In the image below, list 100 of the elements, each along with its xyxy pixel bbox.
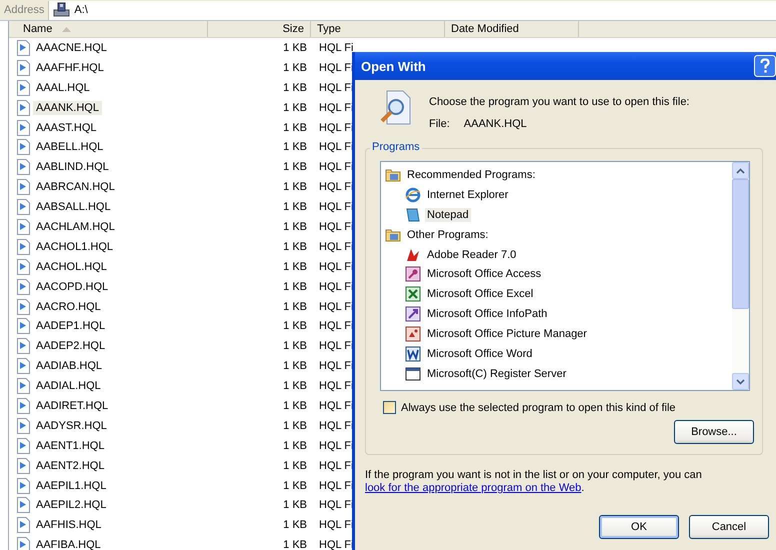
group-heading: Recommended Programs:	[406, 168, 536, 182]
file-name[interactable]: AAEPIL1.HQL	[33, 478, 110, 493]
file-name[interactable]: AAENT1.HQL	[33, 438, 108, 453]
scroll-thumb[interactable]	[732, 179, 749, 309]
file-icon	[17, 298, 30, 315]
column-header[interactable]: Type	[311, 21, 445, 37]
file-name: AAANK.HQL	[464, 118, 527, 130]
dialog-button[interactable]: Cancel	[689, 515, 769, 539]
document-search-icon	[379, 90, 413, 126]
file-icon	[17, 100, 30, 116]
dialog-button[interactable]: OK	[599, 515, 679, 539]
file-name[interactable]: AAANK.HQL	[33, 100, 102, 115]
form-icon	[405, 306, 421, 322]
file-name[interactable]: AACHOL1.HQL	[33, 240, 116, 254]
file-icon	[17, 218, 30, 235]
file-icon	[17, 398, 30, 414]
program-item[interactable]: Microsoft Office Excel	[425, 287, 536, 302]
checkbox[interactable]	[383, 401, 396, 414]
caret-up-icon	[736, 168, 745, 174]
file-icon	[17, 60, 30, 76]
window-icon	[405, 366, 421, 382]
file-size: 1 KB	[282, 320, 307, 332]
help-icon[interactable]	[754, 55, 776, 77]
file-name[interactable]: AACHOL.HQL	[33, 260, 110, 274]
program-item[interactable]: Notepad	[425, 208, 471, 222]
programs-list[interactable]	[380, 161, 750, 391]
scroll-up-button[interactable]	[732, 162, 749, 179]
file-name[interactable]: AACOPD.HQL	[33, 280, 112, 294]
caret-down-icon	[736, 378, 745, 384]
file-name[interactable]: AACHLAM.HQL	[33, 220, 118, 234]
group-label: Programs	[370, 141, 422, 153]
column-header[interactable]: Name	[9, 21, 208, 37]
file-icon	[17, 179, 30, 196]
window-title: Open With	[361, 58, 427, 74]
address-field[interactable]: A:\	[48, 0, 776, 20]
file-size: 1 KB	[282, 400, 307, 412]
file-icon	[17, 458, 30, 474]
file-name[interactable]: AAFHIS.HQL	[33, 518, 104, 532]
file-size: 1 KB	[282, 499, 307, 512]
program-item[interactable]: Microsoft Office Picture Manager	[425, 327, 589, 342]
file-name[interactable]: AADIAB.HQL	[33, 359, 106, 374]
file-name[interactable]: AAEPIL2.HQL	[33, 498, 110, 512]
file-icon	[17, 418, 30, 434]
prompt-text: Choose the program you want to use to open this file:	[429, 96, 690, 108]
column-header[interactable]: Size	[208, 21, 311, 37]
file-icon	[17, 358, 30, 374]
checkbox-label[interactable]: Always use the selected program to open this kind of file	[401, 402, 676, 414]
file-name[interactable]: AABELL.HQL	[33, 140, 106, 154]
file-size: 1 KB	[282, 161, 307, 174]
file-name[interactable]: AADEP1.HQL	[33, 319, 108, 334]
file-size: 1 KB	[282, 220, 307, 233]
file-icon	[17, 120, 30, 136]
file-icon	[17, 139, 30, 156]
program-item[interactable]: Internet Explorer	[425, 188, 510, 202]
file-name[interactable]: AAACNE.HQL	[33, 40, 110, 55]
browse-button[interactable]: Browse...	[674, 420, 754, 444]
file-size: 1 KB	[282, 300, 307, 313]
program-item[interactable]: Microsoft Office Word	[425, 346, 534, 361]
file-name[interactable]: AACRO.HQL	[33, 300, 104, 314]
file-name[interactable]: AABLIND.HQL	[33, 160, 112, 174]
file-name[interactable]: AAAST.HQL	[33, 120, 100, 134]
file-name[interactable]: AAAFHF.HQL	[33, 60, 107, 75]
file-size: 1 KB	[282, 122, 307, 134]
program-item[interactable]: Microsoft Office InfoPath	[425, 307, 550, 322]
file-name[interactable]: AAFIBA.HQL	[33, 538, 104, 550]
group-heading: Other Programs:	[406, 228, 490, 242]
scroll-down-button[interactable]	[732, 373, 749, 390]
file-name[interactable]: AABRCAN.HQL	[33, 180, 118, 194]
file-name[interactable]: AADIRET.HQL	[33, 398, 112, 413]
folder-icon	[385, 226, 401, 243]
column-header[interactable]: Date Modified	[445, 21, 579, 37]
program-item[interactable]: Microsoft Office Access	[425, 267, 544, 282]
program-item[interactable]: Microsoft(C) Register Server	[425, 366, 568, 381]
file-name[interactable]: AAENT2.HQL	[33, 458, 108, 473]
file-size: 1 KB	[282, 141, 307, 154]
file-size: 1 KB	[282, 201, 307, 214]
file-icon	[17, 438, 30, 454]
file-icon	[17, 199, 30, 216]
file-size: 1 KB	[282, 460, 307, 472]
file-size: 1 KB	[282, 340, 307, 352]
file-label: File:	[429, 118, 450, 130]
globe-icon	[405, 186, 421, 203]
file-name[interactable]: AADEP2.HQL	[33, 339, 108, 354]
web-link[interactable]: look for the appropriate program on the Web	[365, 482, 582, 494]
file-icon	[17, 318, 30, 334]
file-name[interactable]: AAAL.HQL	[33, 80, 93, 95]
file-icon	[17, 159, 30, 176]
program-item[interactable]: Adobe Reader 7.0	[425, 248, 518, 262]
file-name[interactable]: AADIAL.HQL	[33, 379, 104, 394]
file-name[interactable]: AABSALL.HQL	[33, 200, 114, 214]
file-size: 1 KB	[282, 62, 307, 74]
scrollbar[interactable]	[732, 162, 749, 390]
file-size: 1 KB	[282, 480, 307, 492]
file-name[interactable]: AADYSR.HQL	[33, 418, 110, 433]
file-size: 1 KB	[282, 260, 307, 273]
help-text: If the program you want is not in the list or on your computer, you can look for the appropriate program on the Web.	[365, 469, 703, 495]
file-icon	[17, 40, 30, 56]
folder-icon	[385, 166, 401, 183]
file-size: 1 KB	[282, 440, 307, 452]
drive-icon	[53, 2, 72, 18]
